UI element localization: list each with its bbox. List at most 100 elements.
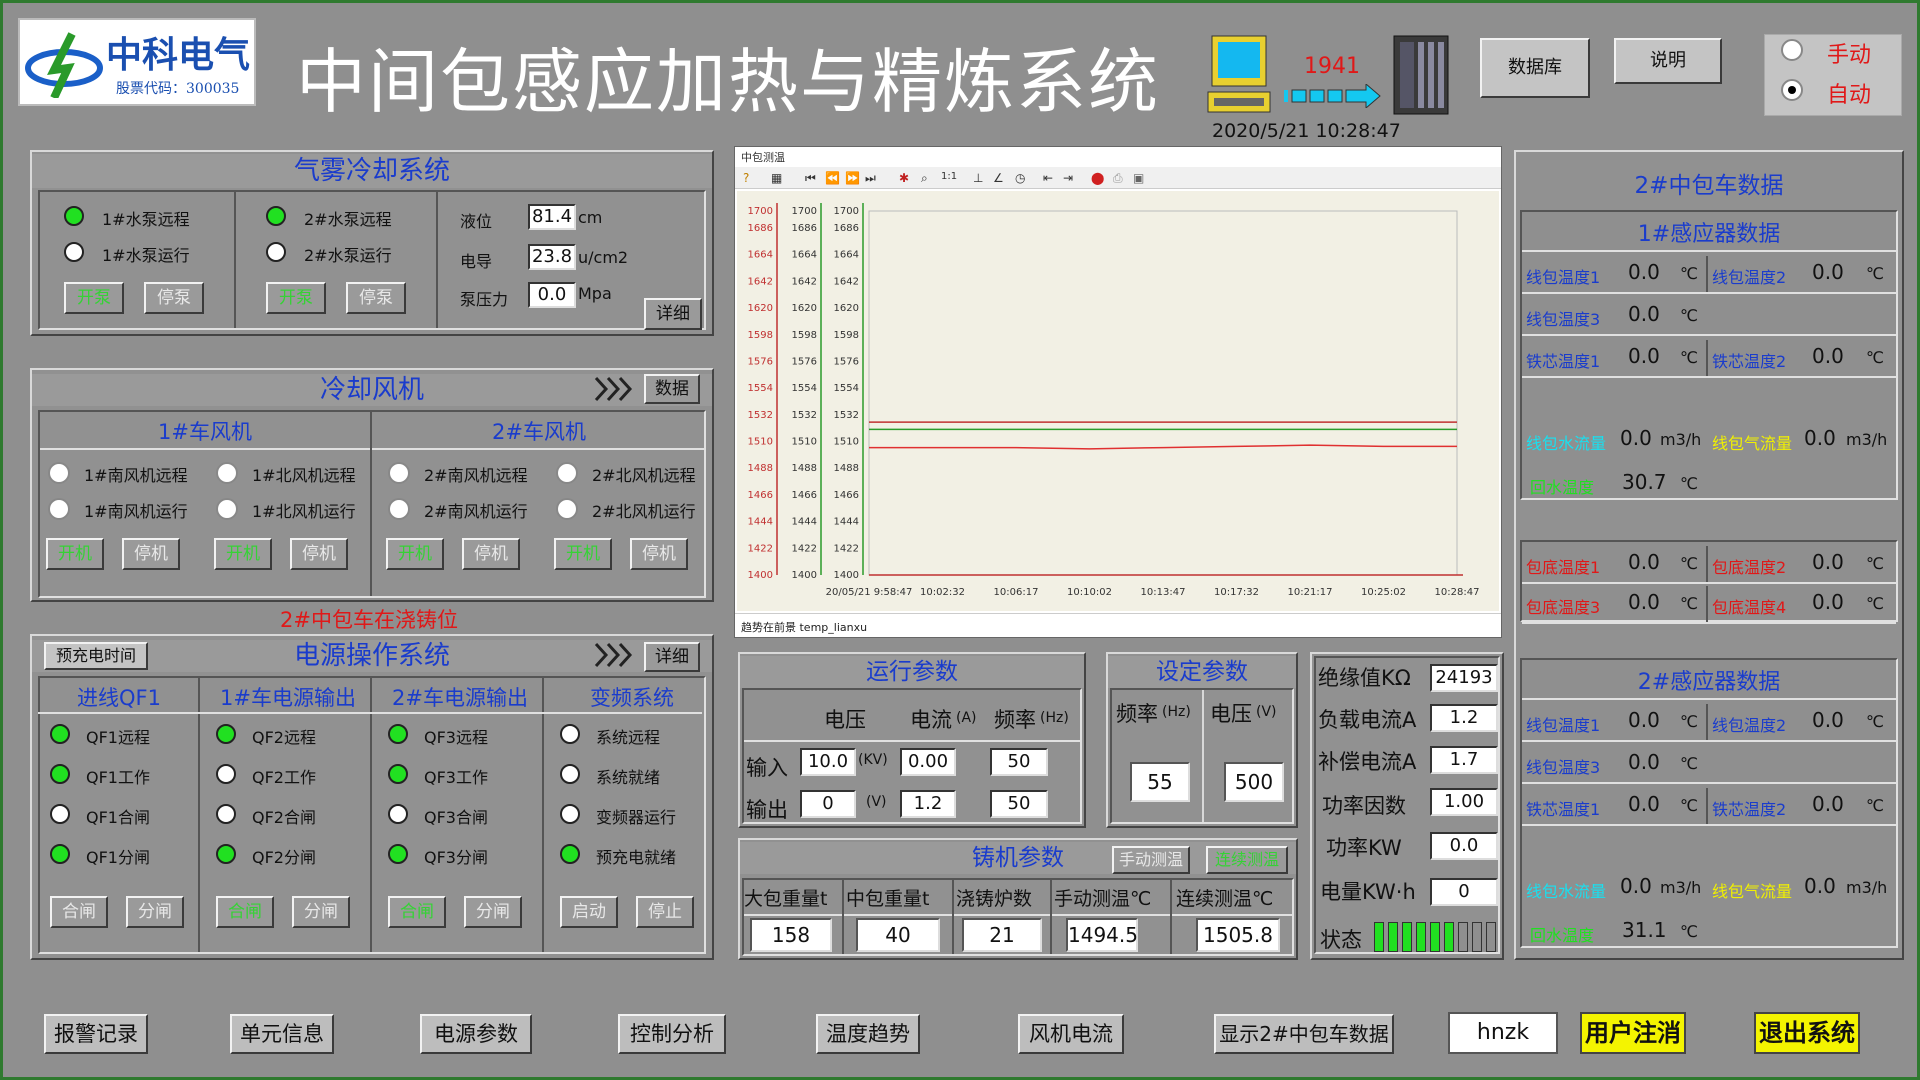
y-tick-label: 1510 xyxy=(748,437,773,448)
y-tick-label: 1554 xyxy=(792,383,817,394)
status-label: QF1工作 xyxy=(86,768,150,787)
power-off-button[interactable]: 分闸 xyxy=(292,896,350,928)
mode-auto-radio[interactable] xyxy=(1781,79,1803,101)
database-button[interactable]: 数据库 xyxy=(1480,38,1590,98)
mode-manual-radio[interactable] xyxy=(1781,39,1803,61)
save-icon[interactable]: ▣ xyxy=(1133,171,1144,185)
power-on-button[interactable]: 合闸 xyxy=(50,896,108,928)
return-water-label: 回水温度 xyxy=(1530,478,1595,497)
power-on-button[interactable]: 合闸 xyxy=(216,896,274,928)
fan-remote-indicator xyxy=(388,462,410,484)
y-tick-label: 1664 xyxy=(792,250,817,261)
temp-trend-button[interactable]: 温度趋势 xyxy=(816,1014,920,1054)
cursor-icon[interactable]: ✱ xyxy=(899,171,909,185)
fan-start-button[interactable]: 开机 xyxy=(386,538,444,570)
control-analysis-button[interactable]: 控制分析 xyxy=(618,1014,726,1054)
water-flow-value: 0.0 xyxy=(1620,426,1652,450)
temperature-chart: 1700 1686 1664 1642 1620 1598 1576 1554 1532 1510… xyxy=(748,203,1479,598)
exit-button[interactable]: 退出系统 xyxy=(1754,1012,1860,1054)
first-icon[interactable]: ⏮ xyxy=(805,171,816,186)
fan-stop-button[interactable]: 停机 xyxy=(122,538,180,570)
power-off-button[interactable]: 停止 xyxy=(636,896,694,928)
sensor-value: 0.0 xyxy=(1628,590,1660,614)
show-car2-button[interactable]: 显示2#中包车数据 xyxy=(1214,1014,1394,1054)
y-tick-label: 1686 xyxy=(834,223,859,234)
fan-start-button[interactable]: 开机 xyxy=(554,538,612,570)
sensor-value: 0.0 xyxy=(1812,260,1844,284)
power-on-button[interactable]: 启动 xyxy=(560,896,618,928)
fan-run-indicator xyxy=(48,498,70,520)
help-icon[interactable]: ? xyxy=(743,171,749,185)
gas-flow-value: 0.0 xyxy=(1804,874,1836,898)
y-tick-label: 1700 xyxy=(748,206,773,217)
fan-stop-button[interactable]: 停机 xyxy=(630,538,688,570)
pump1-stop-button[interactable]: 停泵 xyxy=(144,282,204,314)
pump2-stop-button[interactable]: 停泵 xyxy=(346,282,406,314)
set-freq-input[interactable]: 55 xyxy=(1130,762,1190,802)
chart-left-icon[interactable]: ⇤ xyxy=(1043,171,1053,185)
power-off-button[interactable]: 分闸 xyxy=(126,896,184,928)
zoom-icon[interactable]: ⌕ xyxy=(921,171,928,186)
pump2-start-button[interactable]: 开泵 xyxy=(266,282,326,314)
fan-data-button[interactable]: 数据 xyxy=(644,374,700,404)
zoom-reset-icon[interactable]: 1:1 xyxy=(941,171,957,182)
fan-start-button[interactable]: 开机 xyxy=(214,538,272,570)
status-label: QF3合闸 xyxy=(424,808,488,827)
y-tick-label: 1576 xyxy=(748,356,773,367)
sensor-unit: ℃ xyxy=(1680,306,1698,325)
status-lamp xyxy=(560,804,580,824)
status-lamp xyxy=(388,804,408,824)
y-tick-label: 1444 xyxy=(748,517,773,528)
divider xyxy=(1202,690,1204,822)
y-tick-label: 1554 xyxy=(834,383,859,394)
stop-icon[interactable]: ⬤ xyxy=(1091,171,1104,185)
power-on-button[interactable]: 合闸 xyxy=(388,896,446,928)
set-voltage-input[interactable]: 500 xyxy=(1224,762,1284,802)
power-detail-button[interactable]: 详细 xyxy=(644,642,700,672)
pump1-run-lamp xyxy=(64,242,84,262)
set-col-freq-unit: (Hz) xyxy=(1162,704,1191,720)
help-button[interactable]: 说明 xyxy=(1614,38,1722,84)
power-params-button[interactable]: 电源参数 xyxy=(420,1014,532,1054)
status-lamp xyxy=(216,844,236,864)
power-factor-value: 1.00 xyxy=(1430,788,1498,816)
sensor-unit: ℃ xyxy=(1680,554,1698,573)
continuous-temp-button[interactable]: 连续测温 xyxy=(1206,846,1288,874)
table-icon[interactable]: ▦ xyxy=(771,171,782,185)
sensor-title: 2#感应器数据 xyxy=(1637,670,1781,695)
state-bar-segment xyxy=(1444,922,1454,952)
y-tick-label: 1488 xyxy=(748,463,773,474)
print-icon[interactable]: ⎙ xyxy=(1113,171,1123,186)
chart-status: 趋势在前景 temp_lianxu xyxy=(735,613,1501,637)
power-off-button[interactable]: 分闸 xyxy=(464,896,522,928)
manual-temp-button[interactable]: 手动测温 xyxy=(1112,846,1190,874)
fan-current-button[interactable]: 风机电流 xyxy=(1018,1014,1124,1054)
col-current-unit: (A) xyxy=(956,710,977,726)
y-tick-label: 1576 xyxy=(834,356,859,367)
flow-unit: m3/h xyxy=(1846,878,1888,897)
unit-info-button[interactable]: 单元信息 xyxy=(230,1014,334,1054)
logout-button[interactable]: 用户注消 xyxy=(1580,1012,1686,1054)
forward-icon[interactable]: ⏩ xyxy=(845,171,860,185)
fan-stop-button[interactable]: 停机 xyxy=(290,538,348,570)
pump1-start-button[interactable]: 开泵 xyxy=(64,282,124,314)
y-tick-label: 1598 xyxy=(792,330,817,341)
gas-flow-label: 线包气流量 xyxy=(1712,434,1793,453)
fan-run-indicator xyxy=(556,498,578,520)
set-params-panel: 设定参数 频率 (Hz) 电压 (V) 55 500 xyxy=(1106,652,1298,828)
fan-start-button[interactable]: 开机 xyxy=(46,538,104,570)
chart-right-icon[interactable]: ⇥ xyxy=(1063,171,1073,185)
precharge-time-button[interactable]: 预充电时间 xyxy=(44,642,148,670)
clock-icon[interactable]: ◷ xyxy=(1015,171,1025,185)
temperature-chart-window: 中包测温 ? ▦ ⏮ ⏪ ⏩ ⏭ ✱ ⌕ 1:1 ⊥ ∠ ◷ ⇤ ⇥ ⬤ ⎙ ▣… xyxy=(734,146,1502,638)
run-params-title: 运行参数 xyxy=(740,656,1084,688)
fan-stop-button[interactable]: 停机 xyxy=(462,538,520,570)
ruler-icon[interactable]: ⊥ xyxy=(973,171,983,185)
mist-detail-button[interactable]: 详细 xyxy=(644,298,702,330)
alarm-log-button[interactable]: 报警记录 xyxy=(44,1014,148,1054)
sensor-value: 0.0 xyxy=(1628,708,1660,732)
scale-icon[interactable]: ∠ xyxy=(993,171,1004,185)
status-label: QF3工作 xyxy=(424,768,488,787)
last-icon[interactable]: ⏭ xyxy=(865,171,876,186)
rewind-icon[interactable]: ⏪ xyxy=(825,171,840,185)
